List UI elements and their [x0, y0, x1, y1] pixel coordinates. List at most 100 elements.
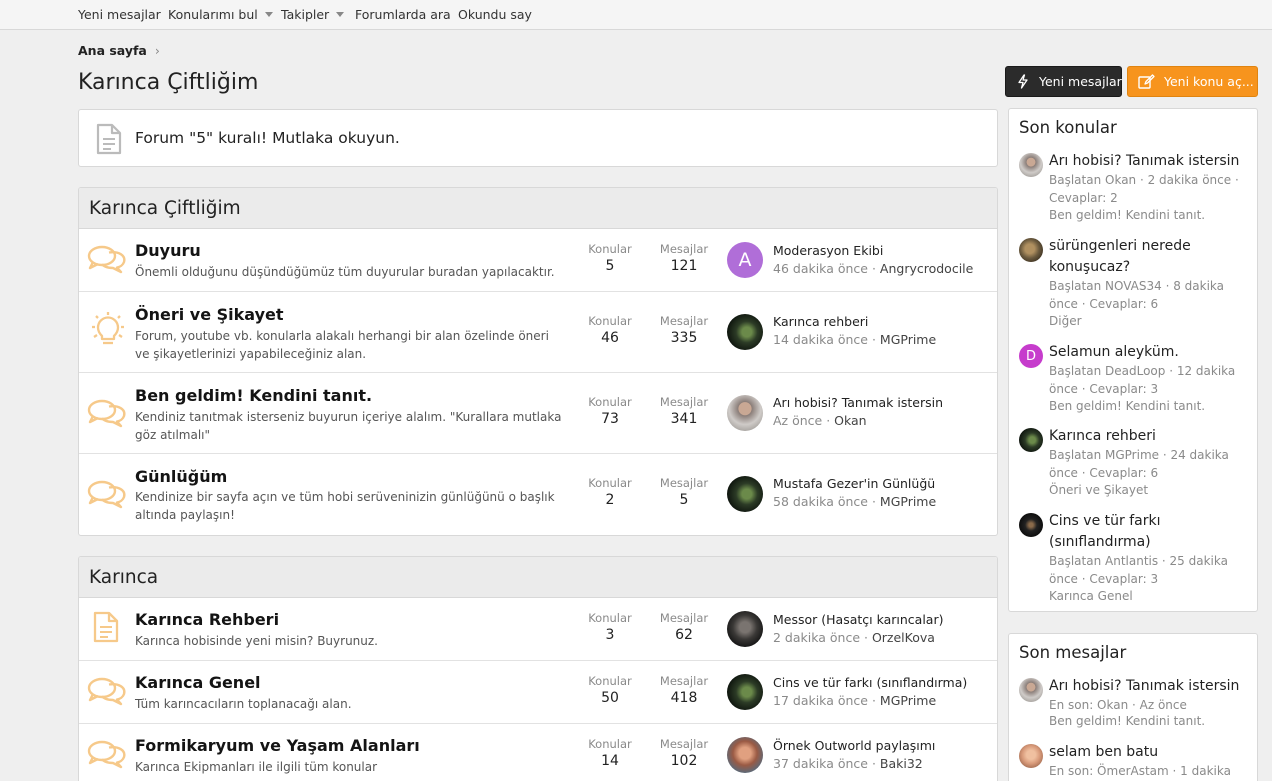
last-post-user[interactable]: MGPrime: [880, 494, 936, 509]
thread-forum[interactable]: Ben geldim! Kendini tanıt.: [1049, 208, 1205, 222]
forum-title[interactable]: Karınca Rehberi: [135, 610, 279, 629]
forum-title[interactable]: Duyuru: [135, 241, 201, 260]
last-post-time[interactable]: 46 dakika önce: [773, 261, 868, 276]
avatar[interactable]: [1019, 428, 1043, 452]
thread-count-label: Konular: [588, 242, 632, 256]
last-post-user[interactable]: Angrycrodocile: [880, 261, 973, 276]
new-posts-label: Yeni mesajlar: [1039, 74, 1122, 89]
thread-forum[interactable]: Ben geldim! Kendini tanıt.: [1049, 399, 1205, 413]
category-title[interactable]: Karınca Çiftliğim: [79, 188, 997, 229]
last-post-time[interactable]: 37 dakika önce: [773, 756, 868, 771]
chat-bubbles-icon: [87, 478, 127, 514]
last-post-title[interactable]: Messor (Hasatçı karıncalar): [773, 612, 943, 627]
avatar[interactable]: [1019, 744, 1043, 768]
last-post-time[interactable]: 58 dakika önce: [773, 494, 868, 509]
thread-count-value: 73: [601, 411, 619, 427]
last-post-user[interactable]: Okan: [834, 413, 866, 428]
forum-node: Karınca Rehberi Karınca hobisinde yeni m…: [79, 598, 997, 661]
thread-title[interactable]: Selamun aleyküm.: [1049, 342, 1254, 363]
document-icon: [96, 123, 122, 159]
thread-title[interactable]: Arı hobisi? Tanımak istersin: [1049, 151, 1254, 172]
new-posts-button[interactable]: Yeni mesajlar: [1005, 66, 1122, 97]
top-navigation: Yeni mesajlar Konularımı bul Takipler Fo…: [0, 0, 1272, 30]
recent-posts-widget: Son mesajlar Arı hobisi? Tanımak istersi…: [1008, 633, 1258, 781]
message-count-value: 62: [675, 627, 693, 643]
thread-forum[interactable]: Öneri ve Şikayet: [1049, 483, 1148, 497]
post-title[interactable]: Arı hobisi? Tanımak istersin: [1049, 676, 1254, 697]
widget-title: Son mesajlar: [1019, 643, 1127, 662]
forum-title[interactable]: Formikaryum ve Yaşam Alanları: [135, 736, 420, 755]
last-post-user[interactable]: Baki32: [880, 756, 923, 771]
thread-title[interactable]: Cins ve tür farkı (sınıflandırma): [1049, 511, 1254, 553]
avatar[interactable]: [1019, 153, 1043, 177]
nav-mark-read[interactable]: Okundu say: [458, 7, 532, 22]
message-count-value: 121: [670, 258, 698, 274]
nav-new-posts[interactable]: Yeni mesajlar: [78, 7, 161, 22]
thread-count-value: 3: [605, 627, 615, 643]
nav-watched[interactable]: Takipler: [281, 7, 345, 22]
last-post-time[interactable]: Az önce: [773, 413, 822, 428]
breadcrumb-home[interactable]: Ana sayfa: [78, 43, 147, 58]
post-forum[interactable]: Ben geldim! Kendini tanıt.: [1049, 714, 1205, 728]
category-title[interactable]: Karınca: [79, 557, 997, 598]
thread-title[interactable]: sürüngenleri nerede konuşucaz?: [1049, 236, 1254, 278]
last-post-user[interactable]: MGPrime: [880, 332, 936, 347]
thread-count-value: 14: [601, 753, 619, 769]
forum-title[interactable]: Karınca Genel: [135, 673, 261, 692]
last-post-title[interactable]: Mustafa Gezer'in Günlüğü: [773, 476, 936, 491]
new-thread-label: Yeni konu aç...: [1164, 74, 1254, 89]
last-post-user[interactable]: MGPrime: [880, 693, 936, 708]
nav-search-forums[interactable]: Forumlarda ara: [355, 7, 451, 22]
avatar[interactable]: [1019, 678, 1043, 702]
avatar[interactable]: [727, 611, 763, 647]
thread-title[interactable]: Karınca rehberi: [1049, 426, 1254, 447]
notice-text: Forum "5" kuralı! Mutlaka okuyun.: [135, 129, 400, 147]
forum-title[interactable]: Günlüğüm: [135, 467, 227, 486]
thread-forum[interactable]: Diğer: [1049, 314, 1082, 328]
forum-title[interactable]: Ben geldim! Kendini tanıt.: [135, 386, 372, 405]
forum-title[interactable]: Öneri ve Şikayet: [135, 305, 284, 324]
forum-description: Kendinize bir sayfa açın ve tüm hobi ser…: [135, 490, 555, 522]
avatar[interactable]: [727, 395, 763, 431]
avatar[interactable]: [727, 314, 763, 350]
caret-down-icon[interactable]: [264, 12, 273, 17]
avatar[interactable]: [1019, 238, 1043, 262]
last-post-title[interactable]: Cins ve tür farkı (sınıflandırma): [773, 675, 967, 690]
thread-count-value: 5: [605, 258, 615, 274]
last-post-time[interactable]: 14 dakika önce: [773, 332, 868, 347]
forum-node: Duyuru Önemli olduğunu düşündüğümüz tüm …: [79, 229, 997, 292]
avatar[interactable]: A: [727, 242, 763, 278]
nav-find-threads[interactable]: Konularımı bul: [168, 7, 273, 22]
message-count: Mesajlar 102: [649, 737, 719, 769]
last-post: Örnek Outworld paylaşımı 37 dakika önce …: [773, 738, 935, 771]
last-post-time[interactable]: 17 dakika önce: [773, 693, 868, 708]
avatar[interactable]: [727, 476, 763, 512]
forum-description: Kendiniz tanıtmak isterseniz buyurun içe…: [135, 410, 562, 442]
last-post-title[interactable]: Moderasyon Ekibi: [773, 243, 973, 258]
list-item: sürüngenleri nerede konuşucaz? Başlatan …: [1009, 236, 1257, 331]
last-post-title[interactable]: Örnek Outworld paylaşımı: [773, 738, 935, 753]
thread-count-label: Konular: [588, 395, 632, 409]
list-item: D Selamun aleyküm. Başlatan DeadLoop · 1…: [1009, 342, 1257, 417]
rules-notice[interactable]: Forum "5" kuralı! Mutlaka okuyun.: [78, 109, 998, 167]
nav-find-threads-label: Konularımı bul: [168, 7, 258, 22]
thread-forum[interactable]: Karınca Genel: [1049, 589, 1133, 603]
avatar[interactable]: [727, 674, 763, 710]
avatar[interactable]: [1019, 513, 1043, 537]
thread-count-label: Konular: [588, 737, 632, 751]
nav-new-posts-label: Yeni mesajlar: [78, 7, 161, 22]
last-post-title[interactable]: Karınca rehberi: [773, 314, 936, 329]
new-thread-button[interactable]: Yeni konu aç...: [1127, 66, 1258, 97]
avatar[interactable]: D: [1019, 344, 1043, 368]
last-post-meta: Az önce · Okan: [773, 413, 867, 428]
last-post-title[interactable]: Arı hobisi? Tanımak istersin: [773, 395, 943, 410]
post-title[interactable]: selam ben batu: [1049, 742, 1254, 763]
avatar[interactable]: [727, 737, 763, 773]
message-count-label: Mesajlar: [659, 674, 709, 688]
last-post-time[interactable]: 2 dakika önce: [773, 630, 860, 645]
thread-count: Konular 2: [575, 476, 645, 508]
caret-down-icon[interactable]: [336, 12, 345, 17]
message-count-label: Mesajlar: [659, 395, 709, 409]
thread-meta: Başlatan Okan · 2 dakika önce · Cevaplar…: [1049, 173, 1239, 205]
last-post-user[interactable]: OrzelKova: [872, 630, 935, 645]
